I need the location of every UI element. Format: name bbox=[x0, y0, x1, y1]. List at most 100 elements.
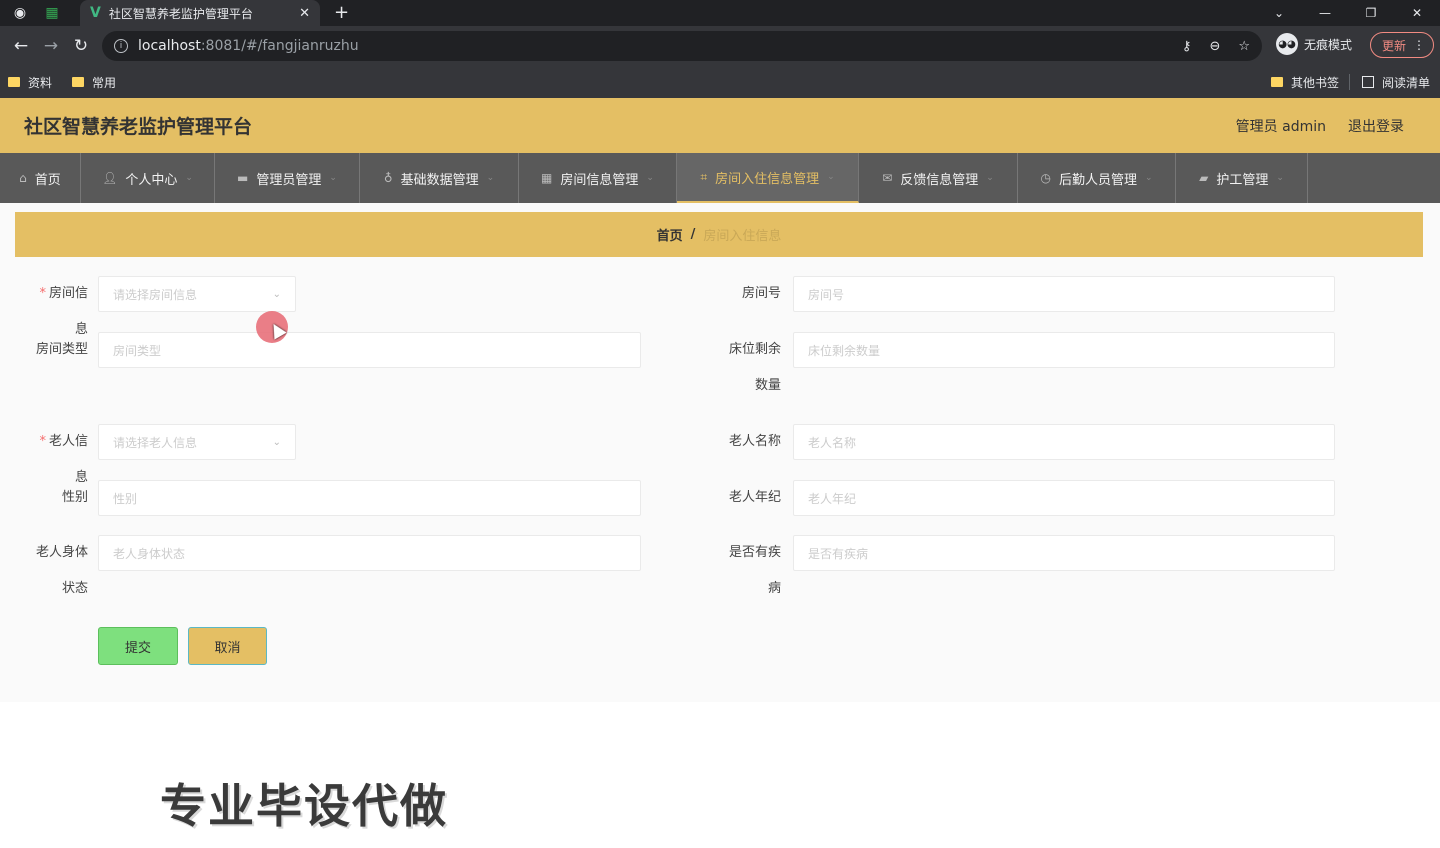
header-user-area: 管理员 admin 退出登录 bbox=[1236, 116, 1416, 136]
menu-item-room-checkin[interactable]: ⌗ 房间入住信息管理 ⌄ bbox=[677, 153, 859, 203]
menu-item-feedback[interactable]: ✉ 反馈信息管理 ⌄ bbox=[859, 153, 1018, 203]
chevron-down-icon: ⌄ bbox=[986, 173, 994, 183]
gender-label: 性别 bbox=[61, 490, 88, 505]
chevron-down-icon: ⌄ bbox=[272, 288, 281, 300]
close-tab-icon[interactable]: ✕ bbox=[299, 6, 310, 21]
beds-remaining-input[interactable]: 床位剩余数量 bbox=[793, 332, 1335, 368]
menu-label: 首页 bbox=[34, 172, 61, 188]
browser-profile-icon[interactable]: ◉ bbox=[8, 1, 32, 25]
bookmark-label: 常用 bbox=[92, 75, 117, 90]
more-menu-icon[interactable]: ⋮ bbox=[1413, 38, 1425, 52]
clock-icon: ◷ bbox=[1040, 171, 1051, 185]
chevron-down-icon: ⌄ bbox=[272, 436, 281, 448]
chevron-down-icon: ⌄ bbox=[827, 172, 835, 182]
has-disease-input[interactable]: 是否有疾病 bbox=[793, 535, 1335, 571]
menu-label: 房间入住信息管理 bbox=[715, 171, 820, 187]
elder-name-label: 老人名称 bbox=[728, 434, 781, 449]
bookmark-folder[interactable]: 常用 bbox=[72, 74, 116, 91]
url-input[interactable]: i localhost :8081/#/fangjianruzhu ⚷ ⊖ ☆ bbox=[102, 31, 1262, 61]
room-type-placeholder: 房间类型 bbox=[113, 343, 162, 358]
incognito-indicator[interactable]: ◕◕ 无痕模式 bbox=[1276, 33, 1352, 55]
menu-label: 护工管理 bbox=[1216, 172, 1269, 188]
page-title: 社区智慧养老监护管理平台 bbox=[24, 116, 253, 138]
user-icon: 👤︎ bbox=[102, 171, 118, 185]
reload-icon[interactable]: ↻ bbox=[66, 31, 96, 61]
home-icon: ⌂ bbox=[19, 171, 27, 185]
cancel-button[interactable]: 取消 bbox=[188, 627, 267, 665]
elder-health-input[interactable]: 老人身体状态 bbox=[98, 535, 641, 571]
elder-info-select[interactable]: 请选择老人信息 ⌄ bbox=[98, 424, 296, 460]
admin-icon: ▬ bbox=[237, 171, 249, 185]
new-tab-icon[interactable]: + bbox=[334, 2, 349, 23]
elder-age-label: 老人年纪 bbox=[728, 490, 781, 505]
chevron-down-icon: ⌄ bbox=[646, 173, 654, 183]
elder-health-label: 老人身体 状态 bbox=[35, 545, 88, 596]
bookmarks-bar: 资料 常用 其他书签 阅读清单 bbox=[0, 66, 1440, 98]
logout-button[interactable]: 退出登录 bbox=[1348, 116, 1404, 136]
update-label: 更新 bbox=[1382, 38, 1407, 53]
tab-search-icon[interactable]: ⌄ bbox=[1256, 0, 1302, 26]
menu-item-room-info[interactable]: ▦ 房间信息管理 ⌄ bbox=[519, 153, 677, 203]
beds-remaining-placeholder: 床位剩余数量 bbox=[808, 343, 881, 358]
site-info-icon[interactable]: i bbox=[114, 39, 128, 53]
other-bookmarks[interactable]: 其他书签 bbox=[1270, 74, 1339, 91]
menu-item-basic-data[interactable]: ♁ 基础数据管理 ⌄ bbox=[360, 153, 519, 203]
menu-label: 后勤人员管理 bbox=[1058, 172, 1137, 188]
menu-label: 基础数据管理 bbox=[400, 172, 479, 188]
submit-button[interactable]: 提交 bbox=[98, 627, 178, 665]
gender-input[interactable]: 性别 bbox=[98, 480, 641, 516]
room-type-input[interactable]: 房间类型 bbox=[98, 332, 641, 368]
bookmarks-right: 其他书签 阅读清单 bbox=[1270, 66, 1430, 98]
key-icon[interactable]: ⚷ bbox=[1182, 39, 1192, 54]
room-number-label: 房间号 bbox=[741, 286, 781, 301]
incognito-icon: ◕◕ bbox=[1276, 33, 1298, 55]
address-bar-row: ← → ↻ i localhost :8081/#/fangjianruzhu … bbox=[0, 26, 1440, 66]
crop-icon: ⌗ bbox=[700, 169, 708, 184]
required-mark: * bbox=[39, 434, 46, 449]
sheets-tab-icon[interactable]: ▦ bbox=[40, 1, 64, 25]
zoom-icon[interactable]: ⊖ bbox=[1209, 39, 1220, 54]
menu-item-personal-center[interactable]: 👤︎ 个人中心 ⌄ bbox=[81, 153, 215, 203]
menu-label: 房间信息管理 bbox=[560, 172, 639, 188]
minimize-icon[interactable]: — bbox=[1302, 0, 1348, 26]
divider bbox=[1348, 74, 1350, 90]
app-header: 社区智慧养老监护管理平台 管理员 admin 退出登录 bbox=[0, 98, 1440, 153]
room-info-select[interactable]: 请选择房间信息 ⌄ bbox=[98, 276, 296, 312]
url-path: :8081/#/fangjianruzhu bbox=[200, 38, 359, 54]
elder-health-placeholder: 老人身体状态 bbox=[113, 546, 186, 561]
mic-icon: ♁ bbox=[383, 171, 393, 185]
watermark-text: 专业毕设代做 bbox=[160, 779, 448, 833]
star-icon[interactable]: ☆ bbox=[1238, 39, 1250, 54]
forward-icon[interactable]: → bbox=[36, 31, 66, 61]
reading-list[interactable]: 阅读清单 bbox=[1361, 74, 1430, 91]
menu-item-admin[interactable]: ▬ 管理员管理 ⌄ bbox=[215, 153, 360, 203]
grid-icon: ▦ bbox=[541, 171, 553, 185]
elder-info-placeholder: 请选择老人信息 bbox=[113, 435, 198, 450]
breadcrumb-separator: / bbox=[690, 227, 696, 242]
breadcrumb: 首页 / 房间入住信息 bbox=[15, 212, 1423, 257]
bookmark-folder[interactable]: 资料 bbox=[8, 74, 52, 91]
mail-icon: ✉ bbox=[882, 171, 893, 185]
room-number-placeholder: 房间号 bbox=[808, 287, 845, 302]
chevron-down-icon: ⌄ bbox=[1276, 173, 1284, 183]
bookmark-label: 阅读清单 bbox=[1381, 75, 1430, 90]
browser-tab-active[interactable]: V 社区智慧养老监护管理平台 ✕ bbox=[80, 0, 320, 26]
room-number-input[interactable]: 房间号 bbox=[793, 276, 1335, 312]
elder-name-placeholder: 老人名称 bbox=[808, 435, 857, 450]
menu-item-home[interactable]: ⌂ 首页 bbox=[0, 153, 81, 203]
required-mark: * bbox=[39, 286, 46, 301]
chevron-down-icon: ⌄ bbox=[486, 173, 495, 183]
menu-item-logistics[interactable]: ◷ 后勤人员管理 ⌄ bbox=[1018, 153, 1176, 203]
main-menu: ⌂ 首页 👤︎ 个人中心 ⌄ ▬ 管理员管理 ⌄ ♁ 基础数据管理 ⌄ ▦ 房间… bbox=[0, 153, 1440, 203]
tab-title: 社区智慧养老监护管理平台 bbox=[108, 6, 253, 21]
back-icon[interactable]: ← bbox=[6, 31, 36, 61]
breadcrumb-home[interactable]: 首页 bbox=[657, 225, 683, 244]
close-window-icon[interactable]: ✕ bbox=[1394, 0, 1440, 26]
beds-remaining-label: 床位剩余 数量 bbox=[728, 342, 781, 393]
update-button[interactable]: 更新 ⋮ bbox=[1370, 32, 1434, 58]
restore-icon[interactable]: ❐ bbox=[1348, 0, 1394, 26]
checkin-form: * 房间信息 请选择房间信息 ⌄ 房间号 房间号 房间类型 房间类型 床位剩余 数… bbox=[0, 262, 1440, 702]
elder-age-input[interactable]: 老人年纪 bbox=[793, 480, 1335, 516]
elder-name-input[interactable]: 老人名称 bbox=[793, 424, 1335, 460]
menu-item-caregivers[interactable]: ▰ 护工管理 ⌄ bbox=[1176, 153, 1308, 203]
